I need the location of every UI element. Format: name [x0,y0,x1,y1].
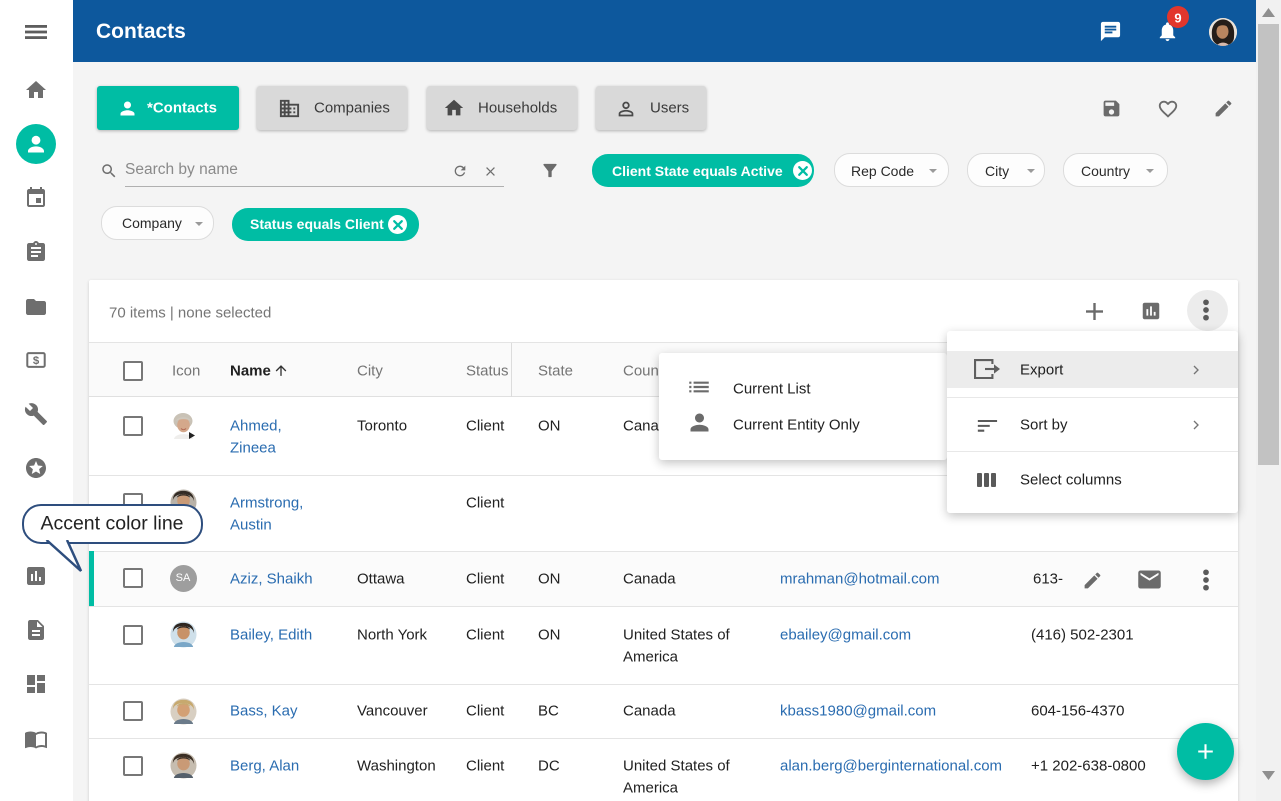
svg-text:$: $ [33,355,40,367]
